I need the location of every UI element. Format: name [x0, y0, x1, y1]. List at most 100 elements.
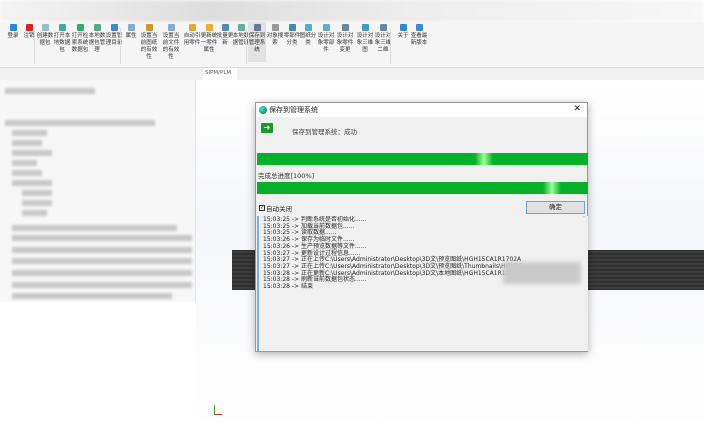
toolbar-icon [271, 24, 279, 31]
toolbar-label: 登录 [7, 33, 19, 39]
toolbar-icon [237, 24, 245, 31]
tree-item[interactable] [12, 140, 42, 146]
toolbar-button-19[interactable]: 设计对象零件变更 [336, 24, 354, 54]
toolbar: 登录 注销 创建数据包 打开本地数据包 打开检索系统数据包 本地数据包管理 设置管理目录 属性… [0, 22, 704, 68]
ok-button[interactable]: 确定 [526, 201, 585, 214]
toolbar-button-10[interactable]: 自动引用零件 [183, 24, 201, 47]
separator [120, 28, 121, 64]
tab-strip [0, 68, 704, 80]
tree-item[interactable] [12, 150, 52, 156]
tree-item[interactable] [12, 293, 172, 299]
toolbar-icon [304, 24, 312, 31]
toolbar-button-4[interactable]: 打开检索系统数据包 [71, 24, 89, 54]
toolbar-label: 设计对象零部件 [317, 33, 335, 53]
toolbar-icon [76, 24, 84, 31]
toolbar-button-18[interactable]: 设计对象零部件 [317, 24, 335, 54]
toolbar-label: 设计对象三维图 [356, 33, 374, 53]
arrow-right-icon: ➜ [261, 123, 273, 133]
toolbar-label: 打开检索系统数据包 [71, 33, 89, 53]
tree-item[interactable] [12, 258, 192, 264]
toolbar-label: 对象搜索 [266, 33, 284, 46]
toolbar-label: 设置当前文件的有效性 [162, 33, 180, 60]
save-dialog: 保存到管理系统 ✕ ➜ 保存到管理系统：成功 完成总进度[100%] ✓ 自动关闭… [255, 102, 588, 352]
log-line: 15:03:28 -> 结束 [263, 283, 313, 291]
toolbar-label: 设计对象三维二维 [374, 33, 392, 53]
tree-item[interactable] [22, 210, 47, 216]
toolbar-icon [41, 24, 49, 31]
toolbar-icon [127, 24, 135, 31]
tree-item[interactable] [5, 120, 155, 126]
toolbar-button-7[interactable]: 属性 [122, 24, 140, 40]
toolbar-icon [322, 24, 330, 31]
progress-label: 完成总进度[100%] [258, 172, 315, 180]
tree-item[interactable] [5, 88, 95, 94]
close-button[interactable]: ✕ [573, 104, 581, 114]
feature-tree-panel [0, 80, 196, 302]
tree-item[interactable] [12, 235, 192, 241]
toolbar-icon [415, 24, 423, 31]
auto-close-checkbox[interactable]: ✓ 自动关闭 [259, 203, 292, 213]
toolbar-icon [93, 24, 101, 31]
toolbar-icon [361, 24, 369, 31]
toolbar-button-5[interactable]: 本地数据包管理 [88, 24, 106, 54]
toolbar-button-9[interactable]: 设置当前文件的有效性 [162, 24, 180, 61]
toolbar-icon [399, 24, 407, 31]
tree-item[interactable] [12, 247, 192, 253]
tree-item[interactable] [12, 225, 177, 231]
redacted-region [503, 262, 581, 284]
progress-bar-current [257, 153, 588, 165]
toolbar-button-20[interactable]: 设计对象三维图 [356, 24, 374, 54]
tree-item[interactable] [12, 282, 192, 288]
toolbar-icon [288, 24, 296, 31]
tree-item[interactable] [22, 190, 52, 196]
toolbar-label: 零部件分类 [283, 33, 301, 46]
toolbar-button-8[interactable]: 设置当前图纸的有效性 [140, 24, 158, 61]
toolbar-label: 属性 [125, 33, 137, 39]
log-area[interactable]: ^ 15:03:25 -> 判断系统是否初始化...... 15:03:25 ->… [257, 216, 588, 351]
toolbar-icon [58, 24, 66, 31]
separator [390, 28, 391, 64]
toolbar-icon [188, 24, 196, 31]
tree-item[interactable] [12, 160, 37, 166]
toolbar-label: 本地数据包管理 [88, 33, 106, 53]
toolbar-button-15[interactable]: 对象搜索 [266, 24, 284, 47]
toolbar-icon [110, 24, 118, 31]
separator [34, 28, 35, 64]
toolbar-button-17[interactable]: 图纸分类 [299, 24, 317, 47]
log-scrollbar[interactable]: ^ [580, 216, 588, 351]
tab-sipm-plm[interactable]: SIPM/PLM [203, 68, 237, 80]
toolbar-icon [205, 24, 213, 31]
toolbar-button-3[interactable]: 打开本地数据包 [53, 24, 71, 54]
tree-item[interactable] [22, 200, 52, 206]
tree-item[interactable] [12, 130, 47, 136]
toolbar-label: 批量更新 [216, 33, 234, 46]
toolbar-button-2[interactable]: 创建数据包 [36, 24, 54, 47]
toolbar-icon [25, 24, 33, 31]
checkbox-label: 自动关闭 [266, 205, 292, 213]
toolbar-label: 打开本地数据包 [53, 33, 71, 53]
progress-bar-total [257, 182, 588, 194]
toolbar-label: 设计对象零件变更 [336, 33, 354, 53]
title-bar [0, 0, 704, 22]
toolbar-button-14[interactable]: 保存到管理系统 [248, 22, 266, 62]
status-text: 保存到管理系统：成功 [292, 128, 357, 136]
toolbar-button-23[interactable]: 查看最新版本 [410, 24, 428, 47]
dialog-titlebar: 保存到管理系统 ✕ [256, 103, 587, 117]
separator [246, 28, 247, 64]
toolbar-icon [9, 24, 17, 31]
toolbar-icon [145, 24, 153, 31]
toolbar-label: 图纸分类 [299, 33, 317, 46]
toolbar-label: 查看最新版本 [410, 33, 428, 46]
globe-icon [259, 106, 267, 114]
axis-triad-icon [214, 405, 222, 415]
tree-item[interactable] [12, 170, 42, 176]
toolbar-icon [167, 24, 175, 31]
checkbox-icon[interactable]: ✓ [259, 205, 265, 211]
toolbar-icon [379, 24, 387, 31]
toolbar-label: 自动引用零件 [183, 33, 201, 46]
toolbar-label: 更新统一零件属性 [200, 33, 218, 53]
toolbar-icon [341, 24, 349, 31]
toolbar-icon [221, 24, 229, 31]
tree-item[interactable] [12, 270, 192, 276]
tree-item[interactable] [12, 180, 52, 186]
